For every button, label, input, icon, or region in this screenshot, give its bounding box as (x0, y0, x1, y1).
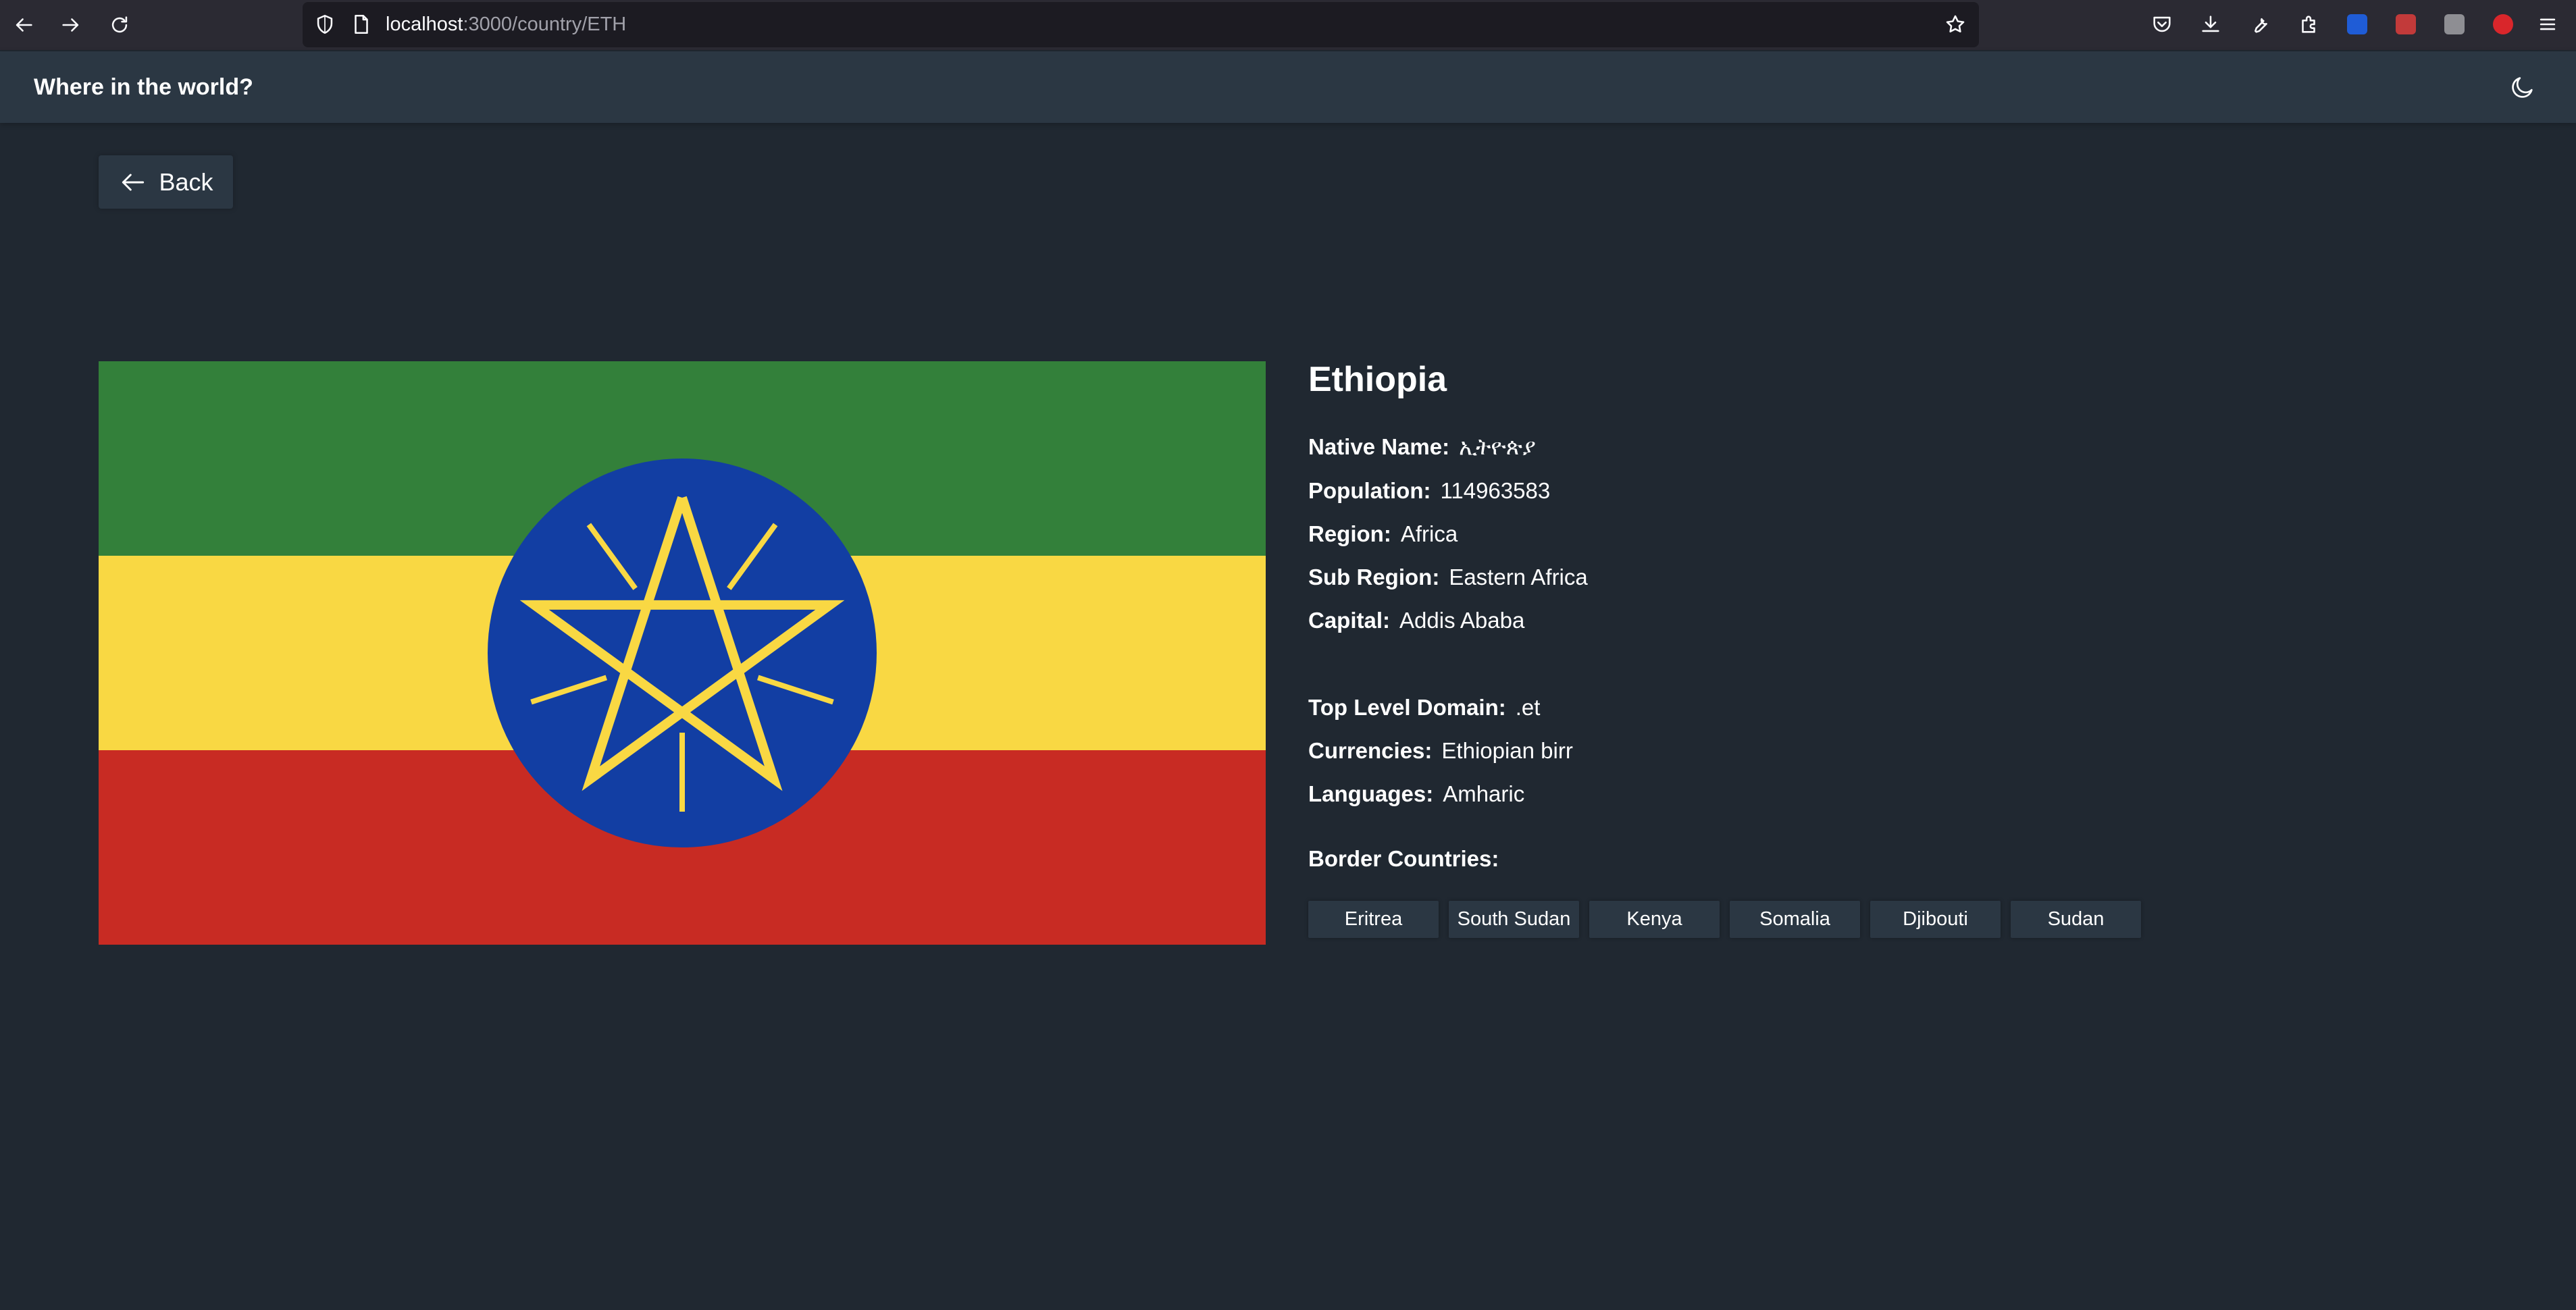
browser-toolbar: localhost:3000/country/ETH (0, 0, 2576, 50)
languages-label: Languages: (1308, 781, 1434, 806)
border-country-button[interactable]: Somalia (1730, 901, 1860, 938)
sub-region-row: Sub Region: Eastern Africa (1308, 562, 1588, 592)
languages-row: Languages: Amharic (1308, 779, 1524, 809)
country-name: Ethiopia (1308, 360, 1447, 399)
addon-lock-icon[interactable] (2490, 11, 2517, 38)
addon-red-icon[interactable] (2392, 11, 2419, 38)
arrow-left-icon (16, 18, 32, 32)
arrow-right-icon (62, 18, 79, 32)
border-countries-label: Border Countries: (1308, 846, 1499, 871)
bitwarden-icon[interactable] (2344, 11, 2371, 38)
tld-label: Top Level Domain: (1308, 695, 1506, 720)
capital-label: Capital: (1308, 608, 1391, 633)
bookmark-star-icon[interactable] (1944, 13, 1967, 36)
languages-value: Amharic (1443, 781, 1525, 806)
border-country-button[interactable]: Kenya (1589, 901, 1720, 938)
address-bar[interactable]: localhost:3000/country/ETH (303, 2, 1979, 47)
border-country-button[interactable]: South Sudan (1449, 901, 1579, 938)
native-name-label: Native Name: (1308, 434, 1450, 459)
page-icon (355, 14, 368, 34)
sub-region-label: Sub Region: (1308, 565, 1440, 590)
browser-reload-button[interactable] (100, 5, 139, 45)
extensions-icon[interactable] (2295, 11, 2322, 38)
region-value: Africa (1400, 521, 1458, 546)
wrench-icon[interactable] (2246, 11, 2273, 38)
url-host: localhost (386, 14, 463, 35)
border-countries-list: Eritrea South Sudan Kenya Somalia Djibou… (1308, 901, 2141, 938)
capital-row: Capital: Addis Ababa (1308, 606, 1524, 635)
arrow-left-icon (122, 174, 145, 190)
population-value: 114963583 (1440, 478, 1551, 503)
population-label: Population: (1308, 478, 1431, 503)
native-name-value: ኢትዮጵያ (1459, 434, 1536, 459)
url-text[interactable]: localhost:3000/country/ETH (386, 2, 626, 47)
url-path: :3000/country/ETH (463, 14, 627, 35)
menu-icon[interactable] (2534, 11, 2561, 38)
currencies-label: Currencies: (1308, 738, 1433, 763)
native-name-row: Native Name: ኢትዮጵያ (1308, 432, 1536, 462)
browser-back-button[interactable] (4, 5, 43, 45)
border-country-button[interactable]: Eritrea (1308, 901, 1439, 938)
border-country-button[interactable]: Djibouti (1870, 901, 2001, 938)
country-flag-image (99, 361, 1266, 945)
pocket-icon[interactable] (2148, 11, 2175, 38)
back-button[interactable]: Back (99, 155, 233, 209)
addon-gray-icon[interactable] (2441, 11, 2468, 38)
region-row: Region: Africa (1308, 519, 1458, 549)
capital-value: Addis Ababa (1399, 608, 1525, 633)
download-icon[interactable] (2197, 11, 2224, 38)
population-row: Population: 114963583 (1308, 476, 1550, 506)
currencies-row: Currencies: Ethiopian birr (1308, 736, 1573, 766)
border-country-button[interactable]: Sudan (2011, 901, 2141, 938)
currencies-value: Ethiopian birr (1441, 738, 1573, 763)
browser-forward-button[interactable] (51, 5, 91, 45)
moon-icon (2512, 77, 2533, 98)
theme-toggle-button[interactable] (2507, 72, 2538, 103)
tld-row: Top Level Domain: .et (1308, 693, 1540, 723)
reload-icon (111, 16, 128, 33)
sub-region-value: Eastern Africa (1449, 565, 1588, 590)
app-title: Where in the world? (34, 74, 253, 100)
app-header: Where in the world? (0, 51, 2576, 123)
back-button-label: Back (159, 167, 213, 196)
region-label: Region: (1308, 521, 1391, 546)
tld-value: .et (1515, 695, 1541, 720)
shield-icon[interactable] (313, 13, 336, 36)
